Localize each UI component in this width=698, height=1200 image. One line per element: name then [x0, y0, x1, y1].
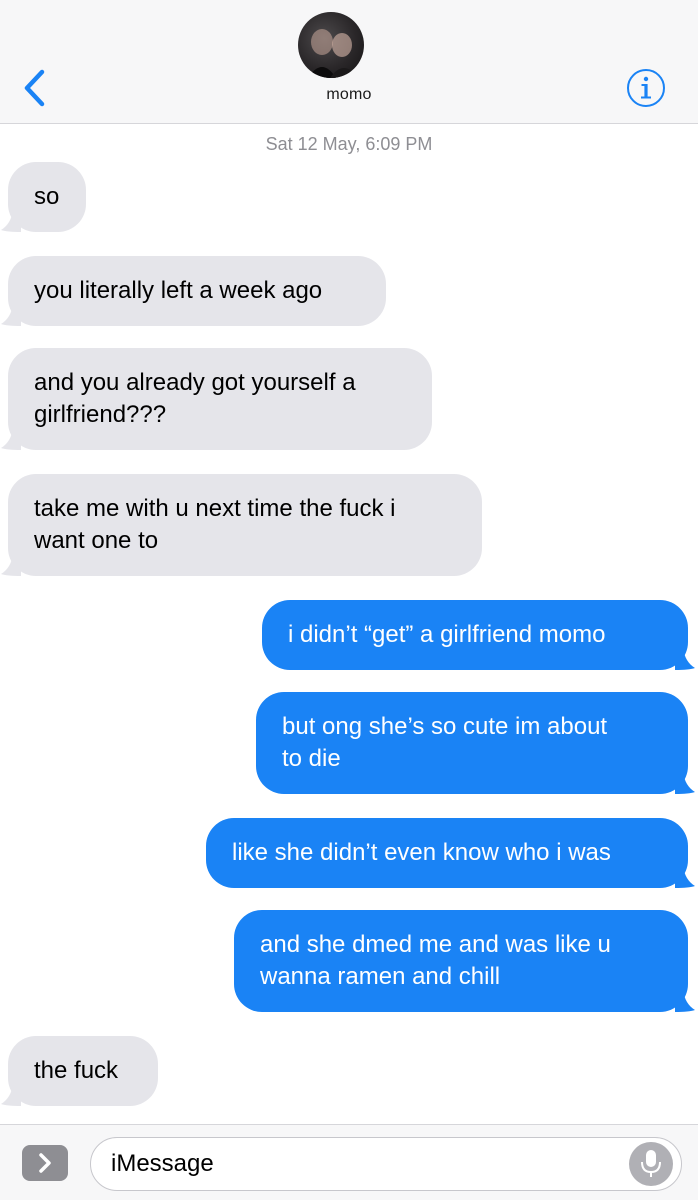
- message-bubble-incoming[interactable]: so: [1, 162, 86, 232]
- bubble-tail: [675, 990, 695, 1012]
- microphone-icon: [641, 1150, 661, 1177]
- contact-name[interactable]: momo: [0, 86, 698, 104]
- conversation-header: momo: [0, 0, 698, 124]
- message-text-line: and you already got yourself a: [34, 369, 356, 396]
- message-bubble-incoming[interactable]: the fuck: [1, 1036, 158, 1106]
- message-timestamp: Sat 12 May, 6:09 PM: [265, 134, 433, 154]
- chevron-right-icon: [39, 1153, 51, 1173]
- info-button[interactable]: [626, 68, 666, 108]
- dictation-button[interactable]: [629, 1142, 673, 1186]
- message-text-line: but ong she’s so cute im about: [282, 713, 608, 740]
- avatar-photo: [308, 29, 358, 78]
- message-bubble-outgoing[interactable]: but ong she’s so cute im about to die: [256, 692, 695, 794]
- message-text-line: want one to: [34, 527, 159, 554]
- message-bubble-outgoing[interactable]: and she dmed me and was like u wanna ram…: [234, 910, 695, 1012]
- message-bubble-incoming[interactable]: take me with u next time the fuck i want…: [1, 474, 482, 576]
- message-bubble-outgoing[interactable]: i didn’t “get” a girlfriend momo: [262, 600, 695, 670]
- message-text-line: take me with u next time the fuck i: [34, 495, 396, 522]
- bubble-tail: [1, 428, 21, 450]
- message-bubble-outgoing[interactable]: like she didn’t even know who i was: [206, 818, 695, 888]
- message-bubble-incoming[interactable]: you literally left a week ago: [1, 256, 386, 326]
- bubble-tail: [1, 1084, 21, 1106]
- message-text-line: and she dmed me and was like u: [260, 931, 611, 958]
- apps-button[interactable]: [22, 1145, 68, 1181]
- message-text: you literally left a week ago: [34, 277, 323, 304]
- message-input-placeholder: iMessage: [111, 1150, 214, 1177]
- message-text: like she didn’t even know who i was: [232, 839, 611, 866]
- bubble-tail: [675, 648, 695, 670]
- message-text: the fuck: [34, 1057, 119, 1084]
- bubble-tail: [1, 210, 21, 232]
- message-bubble-incoming[interactable]: and you already got yourself a girlfrien…: [1, 348, 432, 450]
- bubble-tail: [675, 866, 695, 888]
- bubble-tail: [1, 554, 21, 576]
- compose-bar: iMessage: [0, 1124, 698, 1200]
- contact-avatar[interactable]: [298, 12, 364, 78]
- bubble-tail: [675, 772, 695, 794]
- message-text: i didn’t “get” a girlfriend momo: [288, 621, 606, 648]
- message-text-line: wanna ramen and chill: [260, 963, 501, 990]
- message-text: so: [34, 183, 60, 210]
- info-icon: [627, 69, 665, 107]
- bubble-tail: [1, 304, 21, 326]
- message-input[interactable]: iMessage: [90, 1137, 682, 1191]
- message-text-line: to die: [282, 745, 341, 772]
- message-text-line: girlfriend???: [34, 401, 167, 428]
